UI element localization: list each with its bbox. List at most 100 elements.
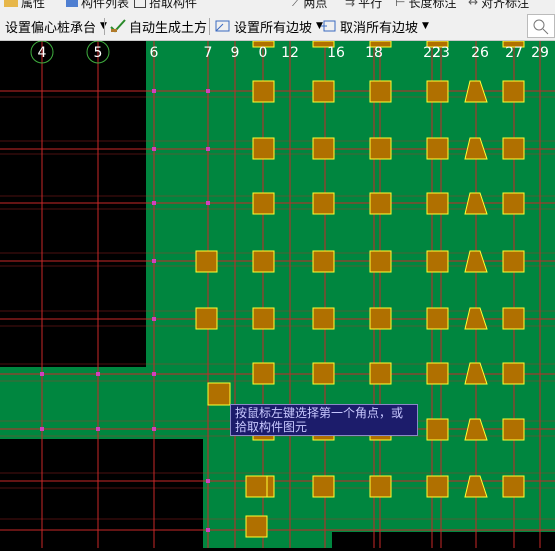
grid-node bbox=[206, 201, 210, 205]
pile-cap bbox=[426, 362, 449, 385]
pile-cap bbox=[426, 307, 449, 330]
pile-cap bbox=[502, 80, 525, 103]
pile-cap bbox=[369, 192, 392, 215]
pile-cap bbox=[369, 80, 392, 103]
pile-cap bbox=[312, 475, 335, 498]
toolbar-divider bbox=[209, 18, 210, 35]
pile-cap bbox=[369, 362, 392, 385]
pile-cap bbox=[426, 475, 449, 498]
length-dim-icon: ⊢ bbox=[395, 0, 406, 9]
auto-earthwork-button[interactable]: 自动生成土方 bbox=[110, 17, 207, 36]
pile-cap bbox=[312, 307, 335, 330]
axis-label: 9 bbox=[231, 45, 240, 61]
pile-cap bbox=[369, 307, 392, 330]
pile-cap bbox=[426, 137, 449, 160]
grid-node bbox=[40, 427, 44, 431]
grid-node bbox=[152, 147, 156, 151]
drawing-canvas[interactable]: 4 5 6 7 9 0 12 16 18 22 23 26 27 29 bbox=[0, 40, 555, 548]
grid-node bbox=[206, 147, 210, 151]
axis-label: 27 bbox=[505, 45, 523, 61]
axis-label: 18 bbox=[365, 45, 383, 61]
pile-cap bbox=[502, 418, 525, 441]
set-all-slopes-button[interactable]: 设置所有边坡 ▼ bbox=[215, 17, 323, 36]
pile-cap bbox=[195, 307, 218, 330]
search-icon bbox=[533, 19, 549, 35]
pile-cap bbox=[245, 475, 268, 498]
axis-label: 26 bbox=[471, 45, 489, 61]
pile-cap bbox=[369, 475, 392, 498]
menu-length-dim[interactable]: ⊢ 长度标注 bbox=[395, 0, 456, 10]
grid-node bbox=[152, 89, 156, 93]
align-dim-icon: ↔ bbox=[468, 0, 479, 9]
pile-cap bbox=[426, 418, 449, 441]
menu-align-dim[interactable]: ↔ 对齐标注 bbox=[468, 0, 529, 10]
pile-cap bbox=[245, 515, 268, 538]
cad-drawing[interactable]: 4 5 6 7 9 0 12 16 18 2223 26 27 29 bbox=[0, 40, 555, 548]
grid-node bbox=[152, 201, 156, 205]
set-eccentric-cap-button[interactable]: 设置偏心桩承台 ▼ bbox=[5, 17, 107, 36]
axis-label: 29 bbox=[531, 45, 549, 61]
grid-node bbox=[152, 317, 156, 321]
pile-cap bbox=[312, 192, 335, 215]
pile-cap bbox=[252, 137, 275, 160]
grid-node bbox=[40, 372, 44, 376]
pile-cap bbox=[252, 250, 275, 273]
axis-label: 12 bbox=[281, 45, 299, 61]
grid-node bbox=[152, 427, 156, 431]
earthwork-icon bbox=[110, 19, 126, 33]
pile-cap bbox=[502, 307, 525, 330]
pile-cap bbox=[369, 250, 392, 273]
grid-node bbox=[206, 479, 210, 483]
grid-node bbox=[96, 372, 100, 376]
menu-properties[interactable]: 属性 bbox=[4, 0, 45, 10]
pile-cap bbox=[252, 307, 275, 330]
pile-cap bbox=[502, 192, 525, 215]
pile-cap bbox=[502, 475, 525, 498]
pile-cap bbox=[252, 80, 275, 103]
grid-node bbox=[206, 89, 210, 93]
pile-cap bbox=[502, 137, 525, 160]
toolbar: 设置偏心桩承台 ▼ 自动生成土方 设置所有边坡 ▼ 取消所有边坡 ▼ bbox=[0, 12, 555, 41]
pile-cap bbox=[502, 362, 525, 385]
grid-node bbox=[206, 528, 210, 532]
void-region bbox=[332, 532, 555, 548]
grid-node bbox=[152, 259, 156, 263]
properties-icon bbox=[4, 0, 18, 7]
menu-pick-component[interactable]: 拾取构件 bbox=[134, 0, 197, 10]
grid-node bbox=[152, 372, 156, 376]
axis-label: 16 bbox=[327, 45, 345, 61]
tooltip-text: 按鼠标左键选择第一个角点，或拾取构件图元 bbox=[235, 406, 404, 434]
grid-node bbox=[96, 427, 100, 431]
pile-cap bbox=[312, 250, 335, 273]
pile-cap bbox=[252, 192, 275, 215]
parallel-icon: ⇉ bbox=[345, 0, 356, 9]
axis-label: 5 bbox=[94, 45, 103, 61]
pile-cap bbox=[426, 80, 449, 103]
two-point-icon: ⟋ bbox=[292, 0, 301, 9]
slope-icon bbox=[215, 19, 231, 33]
axis-label: 4 bbox=[38, 45, 47, 61]
pile-cap bbox=[369, 137, 392, 160]
pile-cap bbox=[252, 362, 275, 385]
pile-cap bbox=[426, 192, 449, 215]
axis-label: 23 bbox=[432, 45, 450, 61]
cancel-all-slopes-button[interactable]: 取消所有边坡 ▼ bbox=[321, 17, 429, 36]
menu-parallel[interactable]: ⇉ 平行 bbox=[345, 0, 382, 10]
pile-cap bbox=[312, 80, 335, 103]
pile-cap bbox=[312, 137, 335, 160]
pile-cap bbox=[312, 362, 335, 385]
search-button[interactable] bbox=[527, 14, 555, 38]
menu-component-list[interactable]: 构件列表 bbox=[66, 0, 129, 10]
cancel-slope-icon bbox=[321, 19, 337, 33]
component-list-icon bbox=[66, 0, 78, 7]
pile-cap bbox=[207, 382, 231, 406]
axis-label: 0 bbox=[259, 45, 268, 61]
pick-component-icon bbox=[134, 0, 146, 8]
menu-two-point[interactable]: ⟋ 两点 bbox=[292, 0, 327, 10]
pile-cap bbox=[426, 250, 449, 273]
pile-cap bbox=[195, 250, 218, 273]
axis-label: 6 bbox=[150, 45, 159, 61]
axis-label: 7 bbox=[204, 45, 213, 61]
chevron-down-icon: ▼ bbox=[422, 21, 429, 31]
pile-cap bbox=[502, 250, 525, 273]
